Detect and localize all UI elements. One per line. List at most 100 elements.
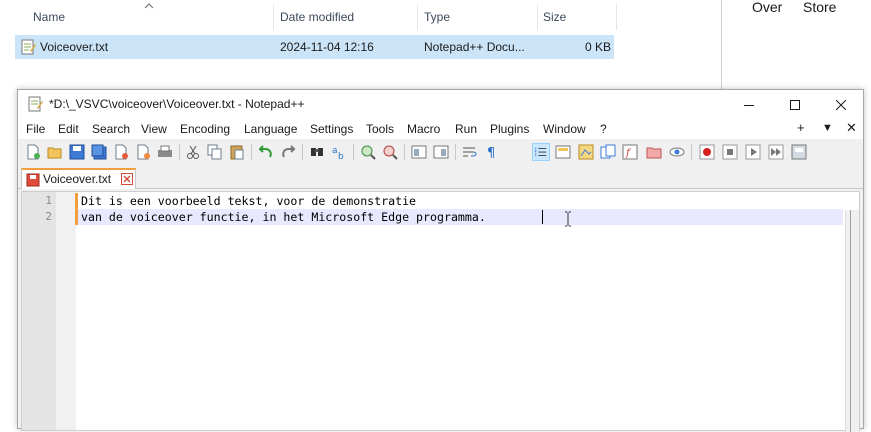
column-divider[interactable] bbox=[616, 4, 617, 30]
menu-edit[interactable]: Edit bbox=[58, 122, 79, 136]
find-icon[interactable] bbox=[308, 143, 326, 161]
tab-label: Voiceover.txt bbox=[43, 172, 112, 186]
file-explorer: Name Date modified Type Size Voiceover.t… bbox=[0, 0, 722, 90]
file-name: Voiceover.txt bbox=[40, 40, 109, 54]
column-header-size[interactable]: Size bbox=[543, 0, 566, 32]
tab-list-dropdown-icon[interactable]: ▼ bbox=[822, 122, 833, 134]
toolbar-separator bbox=[404, 144, 405, 160]
text-cursor-ibeam-icon bbox=[564, 211, 572, 230]
toolbar-separator bbox=[179, 144, 180, 160]
toolbar-separator bbox=[691, 144, 692, 160]
stop-macro-icon[interactable] bbox=[721, 143, 739, 161]
document-tab-bar: Voiceover.txt bbox=[18, 167, 863, 189]
code-line[interactable]: Dit is een voorbeeld tekst, voor de demo… bbox=[81, 193, 416, 209]
sort-ascending-icon bbox=[144, 0, 154, 12]
menu-plugins[interactable]: Plugins bbox=[490, 122, 529, 136]
menu-window[interactable]: Window bbox=[543, 122, 586, 136]
zoom-out-icon[interactable] bbox=[381, 143, 399, 161]
doc-map-icon[interactable] bbox=[577, 143, 595, 161]
vertical-scrollbar[interactable] bbox=[845, 210, 859, 432]
cut-icon[interactable] bbox=[184, 143, 202, 161]
function-list-icon[interactable]: f bbox=[621, 143, 639, 161]
store-panel: Over Store bbox=[723, 0, 871, 90]
column-divider[interactable] bbox=[273, 4, 274, 30]
file-date-modified: 2024-11-04 12:16 bbox=[280, 40, 374, 54]
save-macro-icon[interactable] bbox=[790, 143, 808, 161]
column-divider[interactable] bbox=[417, 4, 418, 30]
monitoring-eye-icon[interactable] bbox=[668, 143, 686, 161]
file-type: Notepad++ Docu... bbox=[424, 40, 525, 54]
toolbar-separator bbox=[455, 144, 456, 160]
scrollbar-thumb[interactable] bbox=[850, 210, 851, 432]
column-header-name[interactable]: Name bbox=[33, 0, 65, 32]
copy-icon[interactable] bbox=[206, 143, 224, 161]
run-macro-multiple-icon[interactable] bbox=[767, 143, 785, 161]
fold-margin[interactable] bbox=[56, 192, 76, 430]
record-macro-icon[interactable] bbox=[698, 143, 716, 161]
store-link-over[interactable]: Over bbox=[752, 0, 782, 15]
doc-list-icon[interactable] bbox=[599, 143, 617, 161]
close-doc-icon[interactable]: ✕ bbox=[846, 120, 857, 136]
indent-guide-icon[interactable] bbox=[532, 143, 550, 161]
notepad-plus-plus-window: *D:\_VSVC\voiceover\Voiceover.txt - Note… bbox=[17, 89, 864, 432]
new-tab-plus-icon[interactable]: + bbox=[797, 120, 805, 135]
tab-close-icon[interactable] bbox=[121, 173, 133, 185]
play-macro-icon[interactable] bbox=[744, 143, 762, 161]
close-window-button[interactable] bbox=[818, 90, 864, 119]
notepad-file-icon bbox=[20, 39, 36, 55]
maximize-button[interactable] bbox=[772, 90, 818, 119]
paste-icon[interactable] bbox=[228, 143, 246, 161]
show-all-chars-icon[interactable]: ¶ bbox=[483, 143, 501, 161]
notepad-app-icon bbox=[27, 96, 43, 112]
svg-text:¶: ¶ bbox=[487, 146, 495, 160]
menu-bar: File Edit Search View Encoding Language … bbox=[18, 119, 863, 139]
column-divider[interactable] bbox=[537, 4, 538, 30]
toolbar-separator bbox=[302, 144, 303, 160]
menu-help[interactable]: ? bbox=[600, 122, 607, 136]
save-all-icon[interactable] bbox=[90, 143, 108, 161]
close-file-icon[interactable] bbox=[112, 143, 130, 161]
menu-encoding[interactable]: Encoding bbox=[180, 122, 230, 136]
menu-settings[interactable]: Settings bbox=[310, 122, 353, 136]
line-number-gutter: 1 2 bbox=[22, 192, 56, 430]
svg-text:b: b bbox=[338, 152, 344, 160]
user-lang-icon[interactable] bbox=[554, 143, 572, 161]
text-editor[interactable]: 1 2 Dit is een voorbeeld tekst, voor de … bbox=[21, 191, 860, 432]
menu-language[interactable]: Language bbox=[244, 122, 297, 136]
replace-icon[interactable]: ab bbox=[330, 143, 348, 161]
tab-voiceover[interactable]: Voiceover.txt bbox=[21, 168, 136, 189]
menu-macro[interactable]: Macro bbox=[407, 122, 440, 136]
sync-vertical-icon[interactable] bbox=[410, 143, 428, 161]
new-file-icon[interactable] bbox=[24, 143, 42, 161]
zoom-in-icon[interactable] bbox=[359, 143, 377, 161]
file-size: 0 KB bbox=[584, 40, 611, 54]
save-icon[interactable] bbox=[68, 143, 86, 161]
undo-icon[interactable] bbox=[257, 143, 275, 161]
menu-tools[interactable]: Tools bbox=[366, 122, 394, 136]
unsaved-file-icon bbox=[26, 173, 40, 187]
line-number: 2 bbox=[45, 210, 52, 223]
column-header-type[interactable]: Type bbox=[424, 0, 450, 32]
column-header-date-modified[interactable]: Date modified bbox=[280, 0, 354, 32]
text-caret bbox=[542, 210, 543, 224]
folder-workspace-icon[interactable] bbox=[645, 143, 663, 161]
print-icon[interactable] bbox=[156, 143, 174, 161]
menu-run[interactable]: Run bbox=[455, 122, 477, 136]
file-row[interactable]: Voiceover.txt 2024-11-04 12:16 Notepad++… bbox=[15, 35, 614, 59]
window-title: *D:\_VSVC\voiceover\Voiceover.txt - Note… bbox=[49, 97, 305, 111]
toolbar-separator bbox=[251, 144, 252, 160]
close-all-icon[interactable] bbox=[134, 143, 152, 161]
word-wrap-icon[interactable] bbox=[461, 143, 479, 161]
code-line[interactable]: van de voiceover functie, in het Microso… bbox=[81, 209, 486, 225]
svg-text:a: a bbox=[332, 146, 338, 156]
redo-icon[interactable] bbox=[279, 143, 297, 161]
menu-view[interactable]: View bbox=[141, 122, 167, 136]
toolbar: ab ¶ f bbox=[18, 139, 863, 165]
menu-file[interactable]: File bbox=[26, 122, 45, 136]
sync-horizontal-icon[interactable] bbox=[432, 143, 450, 161]
menu-search[interactable]: Search bbox=[92, 122, 130, 136]
open-file-icon[interactable] bbox=[46, 143, 64, 161]
title-bar[interactable]: *D:\_VSVC\voiceover\Voiceover.txt - Note… bbox=[18, 90, 863, 119]
minimize-button[interactable] bbox=[726, 90, 772, 119]
store-link-store[interactable]: Store bbox=[803, 0, 836, 15]
